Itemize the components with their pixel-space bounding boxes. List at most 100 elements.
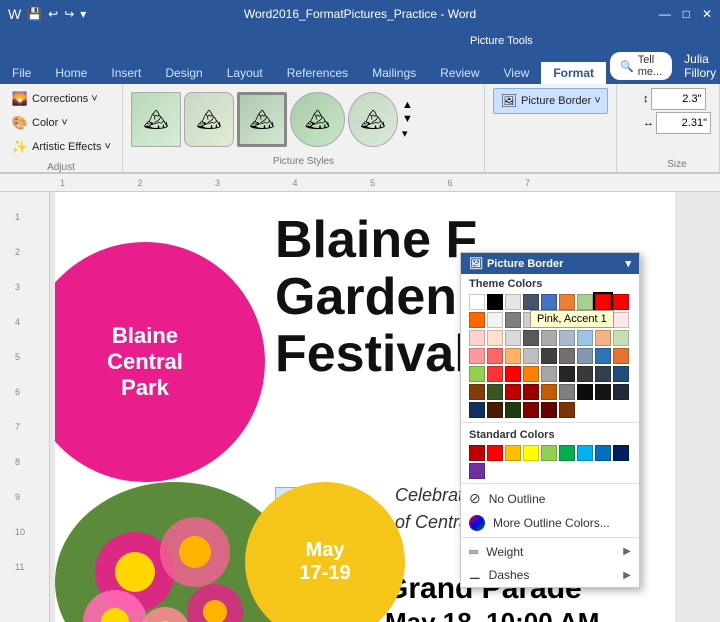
- theme-color-53[interactable]: [613, 384, 629, 400]
- theme-color-4[interactable]: [541, 294, 557, 310]
- height-input[interactable]: [651, 88, 706, 110]
- weight-item[interactable]: ═ Weight ▶: [461, 540, 639, 563]
- theme-color-43[interactable]: [595, 366, 611, 382]
- theme-color-55[interactable]: [487, 402, 503, 418]
- tab-home[interactable]: Home: [43, 62, 99, 84]
- theme-color-15[interactable]: [577, 312, 593, 328]
- minimize-button[interactable]: —: [659, 7, 671, 21]
- theme-color-26[interactable]: [613, 330, 629, 346]
- theme-color-32[interactable]: [559, 348, 575, 364]
- corrections-button[interactable]: 🌄 Corrections ˅: [8, 88, 114, 110]
- gallery-more-arrow[interactable]: ▾: [402, 127, 413, 140]
- theme-color-48[interactable]: [523, 384, 539, 400]
- std-color-9[interactable]: [469, 463, 485, 479]
- theme-color-16[interactable]: [595, 312, 611, 328]
- theme-color-58[interactable]: [541, 402, 557, 418]
- theme-color-25[interactable]: [595, 330, 611, 346]
- theme-color-0[interactable]: [469, 294, 485, 310]
- quick-redo[interactable]: ↪: [64, 7, 74, 21]
- tab-references[interactable]: References: [275, 62, 360, 84]
- theme-color-7[interactable]: [595, 294, 611, 310]
- theme-color-28[interactable]: [487, 348, 503, 364]
- theme-color-22[interactable]: [541, 330, 557, 346]
- std-color-6[interactable]: [577, 445, 593, 461]
- gallery-down-arrow[interactable]: ▼: [402, 113, 413, 125]
- tab-mailings[interactable]: Mailings: [360, 62, 428, 84]
- gallery-up-arrow[interactable]: ▲: [402, 99, 413, 111]
- theme-color-18[interactable]: [469, 330, 485, 346]
- theme-color-24[interactable]: [577, 330, 593, 346]
- theme-color-41[interactable]: [559, 366, 575, 382]
- theme-color-5[interactable]: [559, 294, 575, 310]
- theme-color-19[interactable]: [487, 330, 503, 346]
- theme-color-3[interactable]: [523, 294, 539, 310]
- maximize-button[interactable]: □: [683, 7, 690, 21]
- theme-color-54[interactable]: [469, 402, 485, 418]
- theme-color-17[interactable]: [613, 312, 629, 328]
- style-thumb-2[interactable]: 🏔: [184, 92, 234, 147]
- theme-color-59[interactable]: [559, 402, 575, 418]
- theme-color-51[interactable]: [577, 384, 593, 400]
- theme-color-1[interactable]: [487, 294, 503, 310]
- theme-color-34[interactable]: [595, 348, 611, 364]
- tab-insert[interactable]: Insert: [99, 62, 153, 84]
- std-color-1[interactable]: [487, 445, 503, 461]
- dashes-item[interactable]: ⚊ Dashes ▶: [461, 563, 639, 587]
- more-colors-item[interactable]: More Outline Colors...: [461, 511, 639, 535]
- std-color-8[interactable]: [613, 445, 629, 461]
- theme-color-2[interactable]: [505, 294, 521, 310]
- tab-format[interactable]: Format: [541, 62, 606, 84]
- theme-color-52[interactable]: [595, 384, 611, 400]
- theme-color-44[interactable]: [613, 366, 629, 382]
- tab-file[interactable]: File: [0, 62, 43, 84]
- theme-color-31[interactable]: [541, 348, 557, 364]
- no-outline-item[interactable]: ⊘ No Outline: [461, 486, 639, 511]
- std-color-5[interactable]: [559, 445, 575, 461]
- theme-color-56[interactable]: [505, 402, 521, 418]
- theme-color-47[interactable]: [505, 384, 521, 400]
- theme-color-12[interactable]: [523, 312, 539, 328]
- theme-color-45[interactable]: [469, 384, 485, 400]
- theme-color-40[interactable]: [541, 366, 557, 382]
- tab-layout[interactable]: Layout: [215, 62, 275, 84]
- artistic-effects-button[interactable]: ✨ Artistic Effects ˅: [8, 136, 114, 158]
- theme-color-27[interactable]: [469, 348, 485, 364]
- tell-me-box[interactable]: 🔍 Tell me...: [610, 52, 672, 80]
- color-button[interactable]: 🎨 Color ˅: [8, 112, 114, 134]
- theme-color-46[interactable]: [487, 384, 503, 400]
- theme-color-14[interactable]: [559, 312, 575, 328]
- quick-undo[interactable]: ↩: [48, 7, 58, 21]
- theme-color-8[interactable]: [613, 294, 629, 310]
- std-color-0[interactable]: [469, 445, 485, 461]
- std-color-4[interactable]: [541, 445, 557, 461]
- theme-color-39[interactable]: [523, 366, 539, 382]
- theme-color-35[interactable]: [613, 348, 629, 364]
- style-thumb-1[interactable]: 🏔: [131, 92, 181, 147]
- user-button[interactable]: Julia Fillory 👤: [676, 48, 720, 84]
- theme-color-9[interactable]: [469, 312, 485, 328]
- width-input[interactable]: [656, 112, 711, 134]
- theme-color-36[interactable]: [469, 366, 485, 382]
- picture-border-button[interactable]: 🖼 Picture Border ˅: [493, 88, 608, 114]
- theme-color-38[interactable]: [505, 366, 521, 382]
- tab-view[interactable]: View: [492, 62, 542, 84]
- theme-color-57[interactable]: [523, 402, 539, 418]
- close-button[interactable]: ✕: [702, 7, 712, 21]
- tab-review[interactable]: Review: [428, 62, 491, 84]
- theme-color-11[interactable]: [505, 312, 521, 328]
- theme-color-42[interactable]: [577, 366, 593, 382]
- theme-color-6[interactable]: [577, 294, 593, 310]
- style-thumb-4[interactable]: 🏔: [290, 92, 345, 147]
- theme-color-49[interactable]: [541, 384, 557, 400]
- std-color-3[interactable]: [523, 445, 539, 461]
- quick-save[interactable]: 💾: [27, 7, 42, 21]
- tab-design[interactable]: Design: [153, 62, 214, 84]
- theme-color-37[interactable]: [487, 366, 503, 382]
- style-thumb-5[interactable]: 🏔: [348, 92, 398, 147]
- theme-color-23[interactable]: [559, 330, 575, 346]
- quick-access-arrow[interactable]: ▾: [80, 7, 86, 21]
- theme-color-29[interactable]: [505, 348, 521, 364]
- theme-color-30[interactable]: [523, 348, 539, 364]
- theme-color-33[interactable]: [577, 348, 593, 364]
- std-color-2[interactable]: [505, 445, 521, 461]
